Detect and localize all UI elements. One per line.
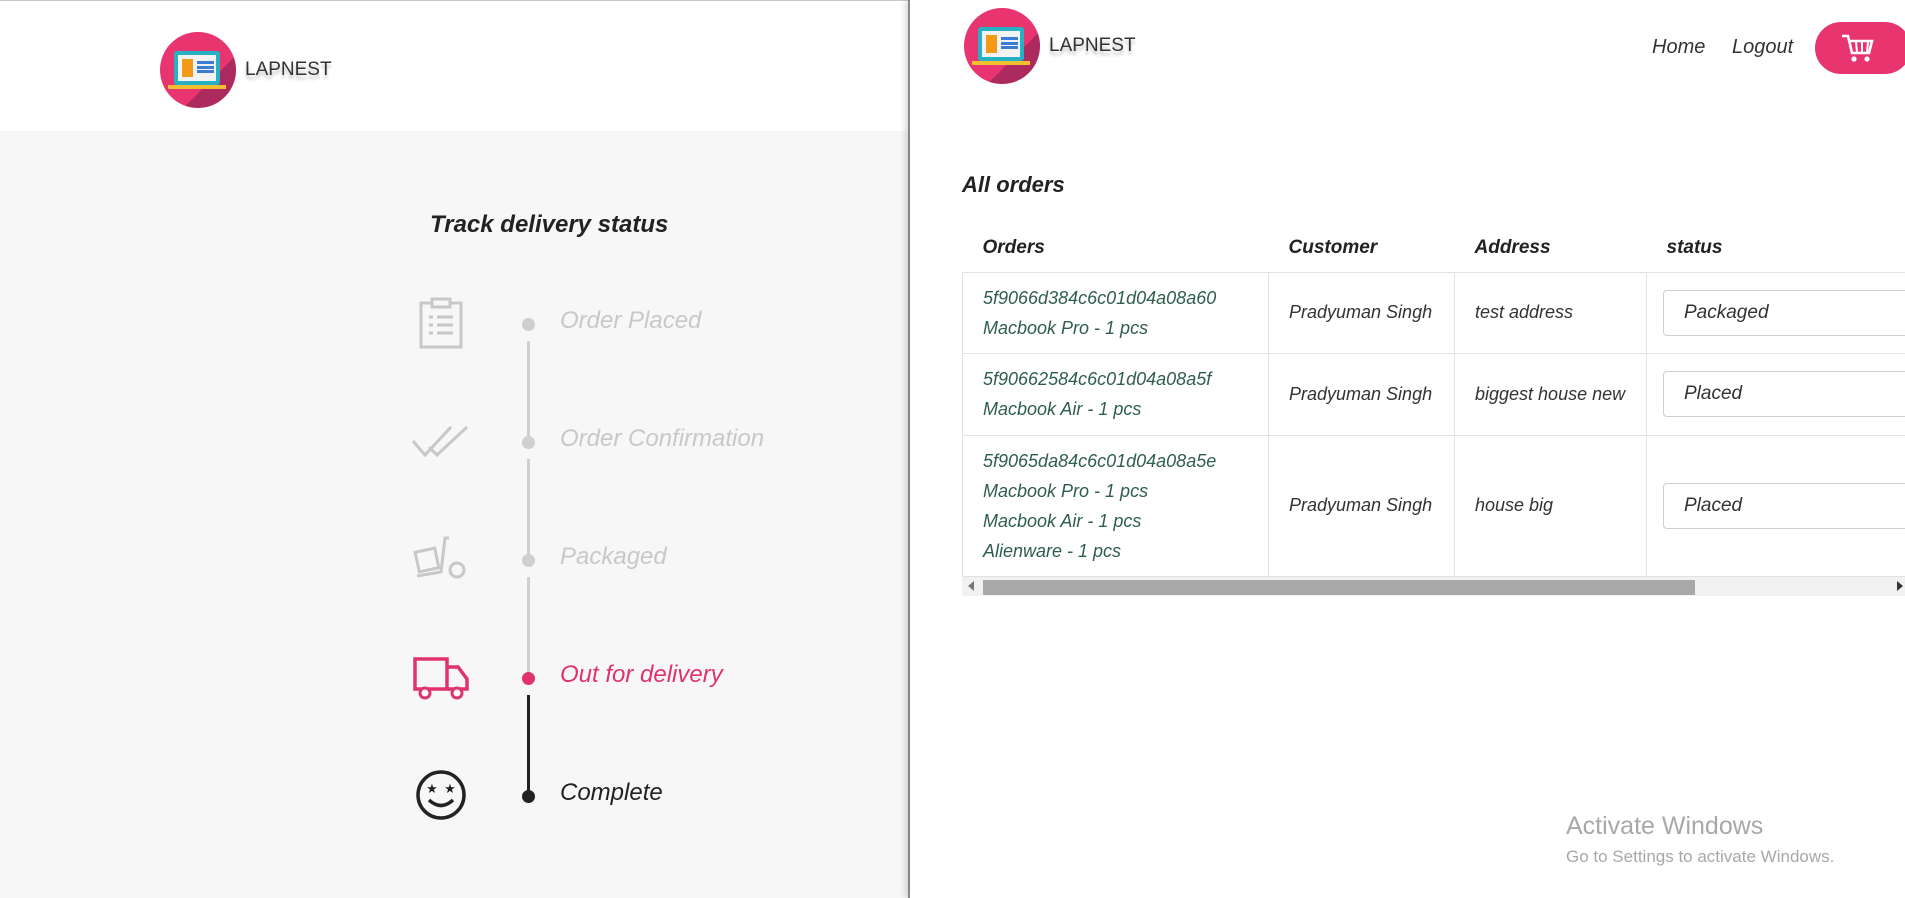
order-item: Alienware - 1 pcs <box>983 540 1122 561</box>
brand-name: LAPNEST <box>245 59 332 80</box>
delivery-truck-icon <box>410 647 472 707</box>
address-cell: test address <box>1454 271 1647 353</box>
step-dot <box>522 554 535 567</box>
tracker-panel: Track delivery status Order Placed Order… <box>0 131 908 898</box>
brand-logo[interactable]: LAPNEST <box>964 8 1136 84</box>
step-label: Out for delivery <box>560 661 723 688</box>
cart-button[interactable] <box>1815 22 1905 74</box>
tracker-title: Track delivery status <box>430 211 669 238</box>
step-order-placed: Order Placed <box>410 293 810 353</box>
svg-text:★: ★ <box>444 782 456 797</box>
order-id: 5f9066d384c6c01d04a08a60 <box>983 287 1217 308</box>
scroll-right-icon[interactable] <box>1897 581 1903 591</box>
step-label: Packaged <box>560 543 667 570</box>
activation-watermark: Activate Windows Go to Settings to activ… <box>1566 812 1834 867</box>
tracking-page: LAPNEST Track delivery status Order Plac… <box>0 0 908 898</box>
status-select[interactable]: Placed <box>1663 371 1905 417</box>
step-out-for-delivery: Out for delivery <box>410 647 810 707</box>
address-cell: house big <box>1454 434 1647 576</box>
orders-title: All orders <box>962 172 1065 197</box>
nav-logout-link[interactable]: Logout <box>1732 36 1793 59</box>
step-packaged: Packaged <box>410 529 810 589</box>
brand-logo[interactable]: LAPNEST <box>160 32 332 108</box>
order-cell: 5f90662584c6c01d04a08a5f Macbook Air - 1… <box>962 352 1269 435</box>
status-cell: Placed <box>1646 434 1905 576</box>
clipboard-icon <box>410 293 472 353</box>
step-order-confirmation: Order Confirmation <box>410 411 810 471</box>
step-dot <box>522 318 535 331</box>
step-complete: ★ ★ Complete <box>410 765 810 825</box>
order-id: 5f90662584c6c01d04a08a5f <box>983 369 1212 389</box>
hand-truck-icon <box>410 529 472 589</box>
table-row: 5f90662584c6c01d04a08a5f Macbook Air - 1… <box>962 352 1905 435</box>
horizontal-scrollbar[interactable] <box>962 576 1905 596</box>
status-cell: Placed <box>1646 352 1905 435</box>
table-header-row: Orders Customer Address status <box>963 224 1905 272</box>
order-item: Macbook Air - 1 pcs <box>983 510 1142 531</box>
status-select[interactable]: Packaged <box>1663 289 1905 336</box>
step-dot <box>522 436 535 449</box>
orders-table-container[interactable]: Orders Customer Address status 5f9066d38… <box>962 224 1905 596</box>
order-id: 5f9065da84c6c01d04a08a5e <box>983 450 1217 471</box>
step-label: Order Confirmation <box>560 425 765 452</box>
site-header: LAPNEST <box>0 11 908 131</box>
cart-icon <box>1842 34 1874 62</box>
admin-orders-page: LAPNEST Home Logout All orders Orders Cu… <box>908 0 1905 898</box>
double-check-icon <box>410 411 472 471</box>
table-row: 5f9066d384c6c01d04a08a60 Macbook Pro - 1… <box>962 271 1905 353</box>
order-cell: 5f9066d384c6c01d04a08a60 Macbook Pro - 1… <box>962 271 1269 353</box>
step-label: Complete <box>560 779 663 806</box>
step-dot <box>522 672 535 685</box>
watermark-title: Activate Windows <box>1566 812 1764 840</box>
step-label: Order Placed <box>560 307 702 334</box>
table-row: 5f9065da84c6c01d04a08a5e Macbook Pro - 1… <box>962 434 1905 576</box>
smiley-icon: ★ ★ <box>410 765 472 825</box>
column-header-address: Address <box>1474 236 1551 258</box>
scroll-left-icon[interactable] <box>968 581 974 591</box>
status-select[interactable]: Placed <box>1663 482 1905 529</box>
status-cell: Packaged <box>1646 271 1905 353</box>
column-header-customer: Customer <box>1288 236 1378 258</box>
order-item: Macbook Air - 1 pcs <box>983 399 1142 419</box>
laptop-logo-icon <box>160 32 236 108</box>
order-item: Macbook Pro - 1 pcs <box>983 317 1149 338</box>
column-header-status: status <box>1666 236 1723 258</box>
svg-text:★: ★ <box>426 782 438 797</box>
scrollbar-thumb[interactable] <box>983 580 1695 595</box>
order-cell: 5f9065da84c6c01d04a08a5e Macbook Pro - 1… <box>962 434 1269 576</box>
brand-name: LAPNEST <box>1049 35 1136 56</box>
customer-cell: Pradyuman Singh <box>1268 271 1455 353</box>
customer-cell: Pradyuman Singh <box>1268 434 1455 576</box>
address-cell: biggest house new <box>1454 352 1647 435</box>
column-header-orders: Orders <box>982 236 1045 258</box>
customer-cell: Pradyuman Singh <box>1268 352 1455 435</box>
watermark-subtitle: Go to Settings to activate Windows. <box>1566 847 1835 866</box>
laptop-logo-icon <box>964 8 1040 84</box>
step-dot <box>522 790 535 803</box>
nav-home-link[interactable]: Home <box>1652 36 1705 59</box>
order-item: Macbook Pro - 1 pcs <box>983 480 1149 501</box>
orders-table: Orders Customer Address status 5f9066d38… <box>962 224 1905 576</box>
